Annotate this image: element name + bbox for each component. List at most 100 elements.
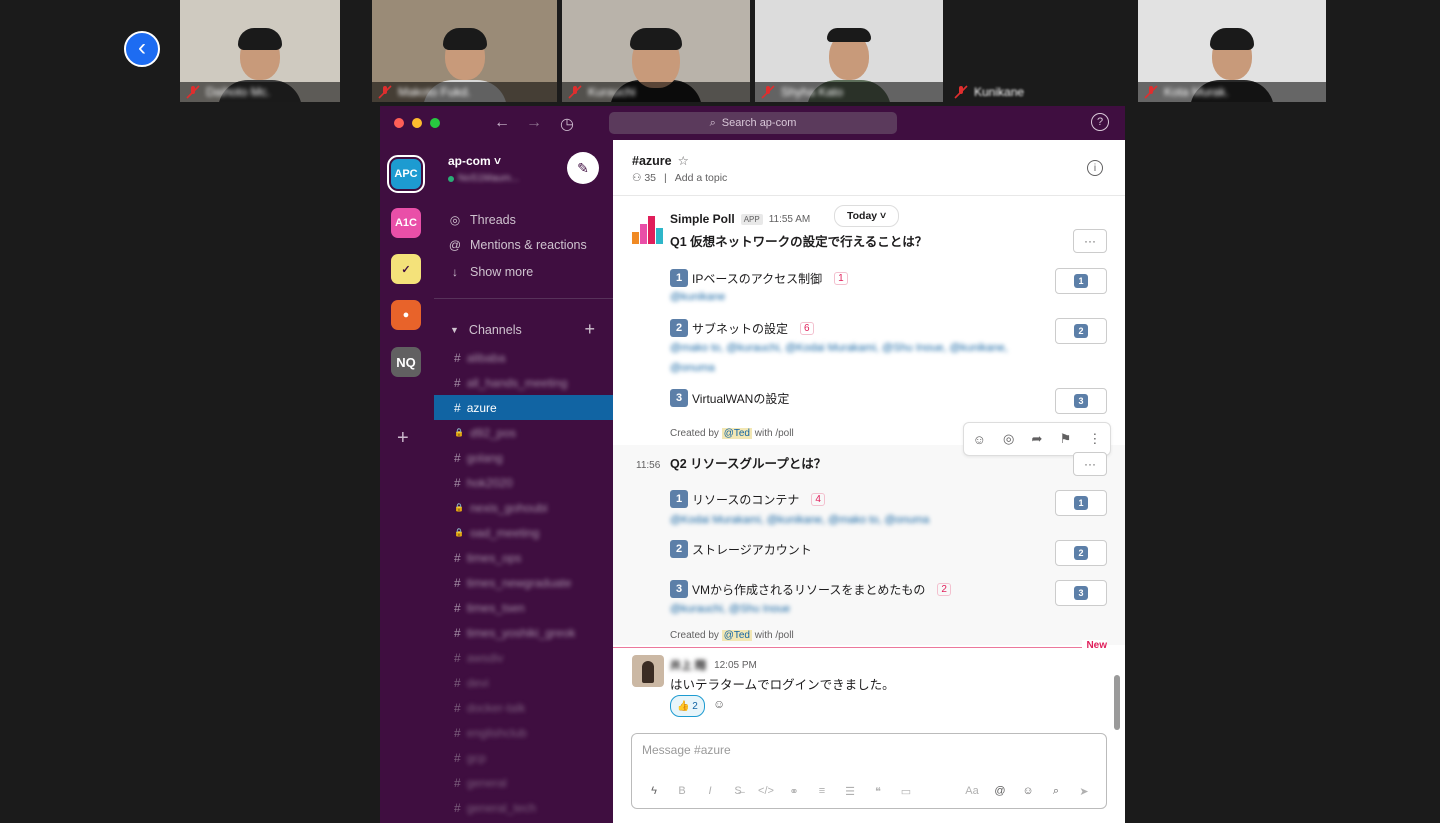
message-input[interactable]	[640, 742, 1084, 758]
back-button[interactable]: ‹	[124, 31, 160, 67]
video-tile[interactable]: Kurauchi	[562, 0, 750, 102]
video-tile[interactable]: Daihoto Mc.	[180, 0, 340, 102]
sidebar-channel-golang[interactable]: # golang	[434, 445, 613, 470]
member-count[interactable]: ⚇ 35	[632, 172, 656, 184]
channels-section-toggle[interactable]: ▼ Channels	[450, 323, 522, 337]
mention-icon[interactable]: @	[986, 785, 1014, 797]
workspace-apc[interactable]: APC	[387, 155, 425, 193]
sidebar-channel-alibaba[interactable]: # alibaba	[434, 345, 613, 370]
sidebar-channel-gcp[interactable]: # gcp	[434, 745, 613, 770]
video-tile[interactable]: Kota Murak.	[1138, 0, 1326, 102]
text-format-icon[interactable]: Aa	[958, 785, 986, 797]
message-timestamp[interactable]: 11:56	[636, 460, 660, 471]
avatar[interactable]	[632, 655, 664, 687]
bulleted-list-icon[interactable]: ☰	[836, 785, 864, 798]
vote-button[interactable]: 2	[1055, 540, 1107, 566]
forward-arrow-icon[interactable]: →	[526, 114, 542, 132]
sender-name[interactable]: Simple Poll	[670, 212, 735, 226]
sidebar-item-show-more[interactable]: ↓ Show more	[448, 265, 533, 279]
vote-button[interactable]: 3	[1055, 388, 1107, 414]
workspace-name[interactable]: ap-com ˅	[448, 154, 501, 168]
link-icon[interactable]: ⚭	[780, 785, 808, 798]
reaction-thumbsup[interactable]: 👍 2	[670, 695, 705, 717]
lightning-icon[interactable]: ϟ	[640, 785, 668, 797]
video-tile[interactable]: Shyha Kato	[755, 0, 943, 102]
poll-more-button[interactable]: ···	[1073, 452, 1107, 476]
sidebar-channel-d92_pos[interactable]: 🔒 d92_pos	[434, 420, 613, 445]
sidebar-channel-docker-talk[interactable]: # docker-talk	[434, 695, 613, 720]
sidebar-channel-all_hands_meeting[interactable]: # all_hands_meeting	[434, 370, 613, 395]
reply-thread-icon[interactable]: ◎	[1003, 431, 1014, 447]
info-icon[interactable]: i	[1087, 160, 1103, 176]
workspace-circle[interactable]: ●	[391, 300, 421, 330]
sidebar-channel-oad_meeting[interactable]: 🔒 oad_meeting	[434, 520, 613, 545]
compose-button[interactable]: ✎	[567, 152, 599, 184]
back-arrow-icon[interactable]: ←	[494, 114, 510, 132]
sidebar-channel-times_yoshiki_greok[interactable]: # times_yoshiki_greok	[434, 620, 613, 645]
sidebar-channel-times_tsen[interactable]: # times_tsen	[434, 595, 613, 620]
vote-button[interactable]: 3	[1055, 580, 1107, 606]
close-window-button[interactable]	[394, 118, 404, 128]
minimize-window-button[interactable]	[412, 118, 422, 128]
hash-icon: #	[454, 550, 461, 565]
add-channel-icon[interactable]: +	[584, 319, 595, 340]
help-icon[interactable]: ?	[1091, 113, 1109, 131]
creator-mention[interactable]: @Ted	[721, 428, 752, 439]
channel-name: nexis_gohoubi	[469, 500, 548, 515]
sidebar-item-mentions[interactable]: @ Mentions & reactions	[448, 238, 587, 252]
sidebar-channel-times_ops[interactable]: # times_ops	[434, 545, 613, 570]
sidebar-channel-devi[interactable]: # devi	[434, 670, 613, 695]
sidebar-channel-hok2020[interactable]: # hok2020	[434, 470, 613, 495]
code-icon[interactable]: </>	[752, 785, 780, 797]
add-topic-link[interactable]: Add a topic	[675, 172, 728, 184]
vote-button[interactable]: 1	[1055, 490, 1107, 516]
sidebar-channel-awsdiv[interactable]: # awsdiv	[434, 645, 613, 670]
sidebar-channel-times_newgraduate[interactable]: # times_newgraduate	[434, 570, 613, 595]
message-timestamp[interactable]: 12:05 PM	[714, 660, 757, 671]
vote-button[interactable]: 1	[1055, 268, 1107, 294]
workspace-a1c[interactable]: A1C	[391, 208, 421, 238]
more-actions-icon[interactable]: ⋮	[1088, 431, 1101, 447]
video-tile[interactable]: Makoto Fukd.	[372, 0, 557, 102]
channel-header[interactable]: #azure ☆	[632, 153, 689, 169]
bold-icon[interactable]: B	[668, 785, 696, 797]
scrollbar[interactable]	[1114, 675, 1120, 730]
star-icon[interactable]: ☆	[678, 153, 689, 168]
blockquote-icon[interactable]: ❝	[864, 785, 892, 798]
poll-more-button[interactable]: ···	[1073, 229, 1107, 253]
italic-icon[interactable]: I	[696, 785, 724, 797]
option-text: IPベースのアクセス制御	[692, 271, 823, 286]
add-reaction-icon[interactable]: ☺	[713, 697, 725, 711]
vote-button[interactable]: 2	[1055, 318, 1107, 344]
add-reaction-icon[interactable]: ☺	[973, 432, 986, 447]
day-divider-button[interactable]: Today ˅	[834, 205, 900, 227]
members-icon: ⚇	[632, 172, 642, 184]
history-icon[interactable]: ◷	[560, 114, 574, 134]
workspace-check[interactable]: ✓	[391, 254, 421, 284]
presence-dot	[448, 175, 454, 182]
sidebar-channel-nexis_gohoubi[interactable]: 🔒 nexis_gohoubi	[434, 495, 613, 520]
send-icon[interactable]: ➤	[1070, 785, 1098, 798]
add-workspace-icon[interactable]: +	[397, 427, 409, 450]
user-status[interactable]: NoS1Maum...	[448, 173, 519, 184]
creator-mention[interactable]: @Ted	[721, 630, 752, 641]
sidebar-channel-general_tech[interactable]: # general_tech	[434, 795, 613, 820]
ordered-list-icon[interactable]: ≡	[808, 785, 836, 797]
sidebar-channel-general[interactable]: # general	[434, 770, 613, 795]
sidebar-channel-azure[interactable]: # azure	[434, 395, 613, 420]
sidebar-channel-englishclub[interactable]: # englishclub	[434, 720, 613, 745]
video-tile[interactable]: Kunikane	[948, 0, 1133, 102]
hash-icon: #	[454, 650, 461, 665]
attach-icon[interactable]: ⌕	[1042, 785, 1070, 798]
strikethrough-icon[interactable]: S̶	[724, 785, 752, 797]
zoom-window-button[interactable]	[430, 118, 440, 128]
sender-name[interactable]: 井上 翔	[670, 657, 706, 673]
code-block-icon[interactable]: ▭	[892, 785, 920, 798]
sidebar-item-threads[interactable]: ◎ Threads	[448, 213, 516, 227]
search-input[interactable]: ⌕ Search ap-com	[609, 112, 897, 134]
workspace-nq[interactable]: NQ	[391, 347, 421, 377]
bookmark-icon[interactable]: ⚑	[1060, 431, 1072, 447]
emoji-icon[interactable]: ☺	[1014, 785, 1042, 797]
share-icon[interactable]: ➦	[1032, 431, 1043, 447]
message-timestamp[interactable]: 11:55 AM	[769, 214, 811, 225]
